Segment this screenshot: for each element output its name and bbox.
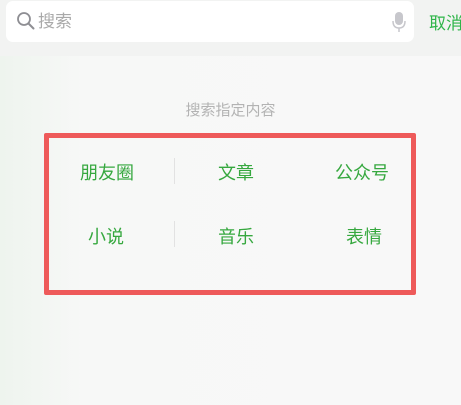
category-stickers[interactable]: 表情 (346, 223, 382, 249)
category-articles[interactable]: 文章 (218, 159, 254, 185)
category-divider (174, 158, 175, 184)
category-novels[interactable]: 小说 (88, 223, 124, 249)
section-title: 搜索指定内容 (185, 101, 276, 119)
search-input[interactable] (38, 10, 378, 34)
search-box[interactable] (6, 1, 414, 42)
cancel-button[interactable]: 取消 (429, 9, 461, 34)
category-official-accounts[interactable]: 公众号 (335, 159, 389, 185)
category-music[interactable]: 音乐 (218, 223, 254, 249)
category-divider (174, 221, 175, 247)
highlight-frame (44, 133, 416, 295)
search-bar: 取消 (0, 0, 461, 56)
microphone-icon[interactable] (391, 11, 407, 33)
search-icon (17, 12, 35, 30)
category-moments[interactable]: 朋友圈 (80, 159, 134, 185)
